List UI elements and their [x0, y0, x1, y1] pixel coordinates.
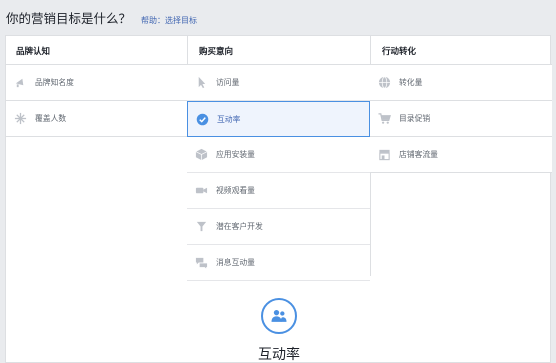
objective-label: 消息互动量: [216, 258, 255, 267]
check-circle-icon: [195, 112, 209, 126]
objective-store-traffic[interactable]: 店铺客流量: [370, 137, 552, 173]
globe-icon: [377, 76, 391, 90]
selected-objective-title: 互动率: [258, 347, 300, 363]
chat-bubbles-icon: [194, 256, 208, 270]
column-conversion: 行动转化 转化量 目录促销 店铺客流量: [370, 36, 552, 173]
objective-label: 潜在客户开发: [216, 222, 263, 231]
objective-app-installs[interactable]: 应用安装量: [187, 137, 370, 173]
people-engagement-icon: [261, 298, 297, 334]
storefront-icon: [377, 148, 391, 162]
help-link[interactable]: 帮助：选择目标: [141, 15, 197, 26]
column-title: 行动转化: [370, 36, 552, 65]
cursor-icon: [194, 76, 208, 90]
funnel-icon: [194, 220, 208, 234]
column-title: 品牌认知: [6, 36, 189, 65]
objective-label: 视频观看量: [216, 186, 255, 195]
objective-header: 你的营销目标是什么？ 帮助：选择目标: [6, 8, 197, 28]
shopping-cart-icon: [377, 112, 391, 126]
objective-catalog-sales[interactable]: 目录促销: [370, 101, 552, 137]
objective-reach[interactable]: 覆盖人数: [6, 101, 189, 137]
column-title: 购买意向: [187, 36, 370, 65]
objective-label: 目录促销: [399, 114, 431, 123]
objective-label: 品牌知名度: [35, 78, 74, 87]
objective-selector-card: 品牌认知 品牌知名度 覆盖人数 购买意向 访问量 互动率 应用安装量 视频观看量…: [5, 35, 552, 363]
sparkle-dots: [271, 291, 287, 304]
objective-brand-awareness[interactable]: 品牌知名度: [6, 65, 189, 101]
objective-label: 店铺客流量: [399, 150, 438, 159]
objective-label: 互动率: [217, 114, 241, 124]
objective-label: 应用安装量: [216, 150, 255, 159]
objective-columns: 品牌认知 品牌知名度 覆盖人数 购买意向 访问量 互动率 应用安装量 视频观看量…: [6, 36, 552, 281]
video-camera-icon: [194, 184, 208, 198]
objective-label: 转化量: [399, 78, 423, 87]
objective-lead-generation[interactable]: 潜在客户开发: [187, 209, 370, 245]
objective-video-views[interactable]: 视频观看量: [187, 173, 370, 209]
megaphone-icon: [13, 76, 27, 90]
objective-traffic[interactable]: 访问量: [187, 65, 370, 101]
column-consideration: 购买意向 访问量 互动率 应用安装量 视频观看量 潜在客户开发 消息互动量: [187, 36, 370, 281]
objective-label: 访问量: [216, 78, 240, 87]
objective-messages[interactable]: 消息互动量: [187, 245, 370, 281]
objective-label: 覆盖人数: [35, 114, 67, 123]
column-awareness: 品牌认知 品牌知名度 覆盖人数: [6, 36, 189, 137]
objective-question: 你的营销目标是什么？: [6, 11, 132, 26]
box-icon: [194, 148, 208, 162]
objective-conversions[interactable]: 转化量: [370, 65, 552, 101]
snowflake-reach-icon: [13, 112, 27, 126]
objective-engagement[interactable]: 互动率: [187, 101, 370, 137]
